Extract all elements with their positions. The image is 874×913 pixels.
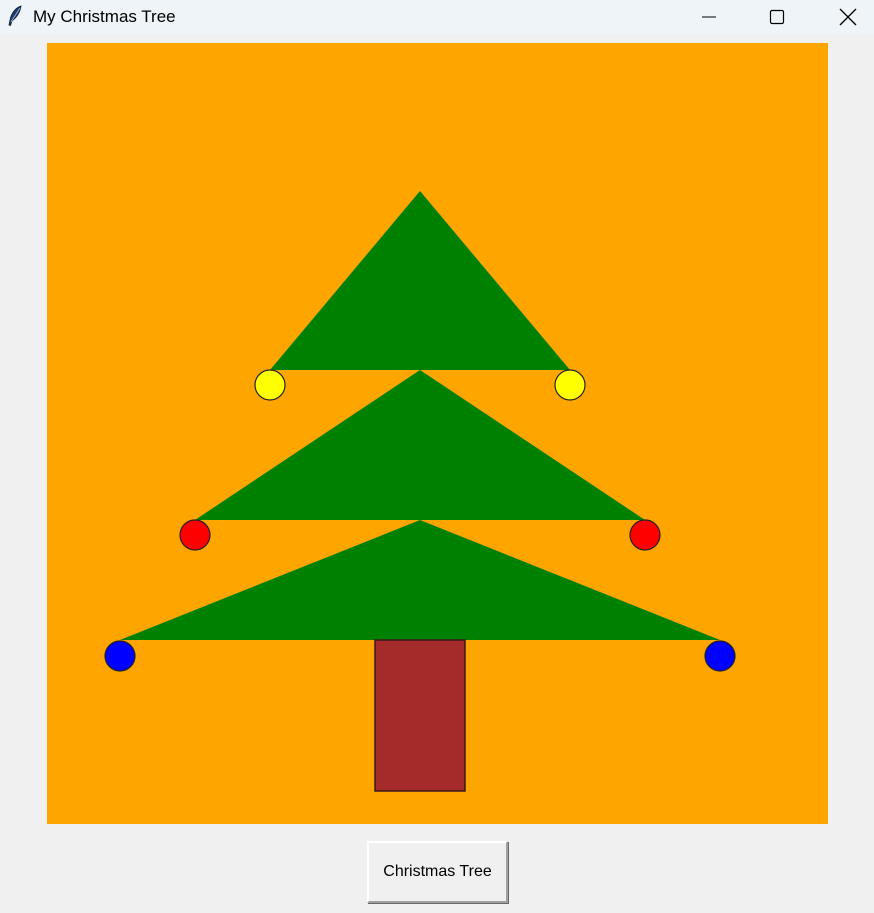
feather-icon — [6, 5, 24, 27]
ornament-middle-right — [629, 519, 661, 551]
maximize-icon — [769, 9, 785, 25]
ornament-top-left — [254, 369, 286, 401]
minimize-button[interactable] — [686, 0, 732, 34]
close-button[interactable] — [825, 0, 871, 34]
ornament-middle-left — [179, 519, 211, 551]
maximize-button[interactable] — [754, 0, 800, 34]
app-window: My Christmas Tree Christmas Tree — [0, 0, 874, 913]
minimize-icon — [701, 9, 717, 25]
title-bar[interactable]: My Christmas Tree — [0, 0, 874, 34]
ornament-bottom-left — [104, 640, 136, 672]
drawing-canvas[interactable] — [47, 43, 828, 824]
close-icon — [839, 8, 857, 26]
christmas-tree-button[interactable]: Christmas Tree — [367, 841, 508, 903]
tree-trunk — [374, 639, 466, 792]
ornament-bottom-right — [704, 640, 736, 672]
ornament-top-right — [554, 369, 586, 401]
window-title: My Christmas Tree — [33, 7, 176, 26]
